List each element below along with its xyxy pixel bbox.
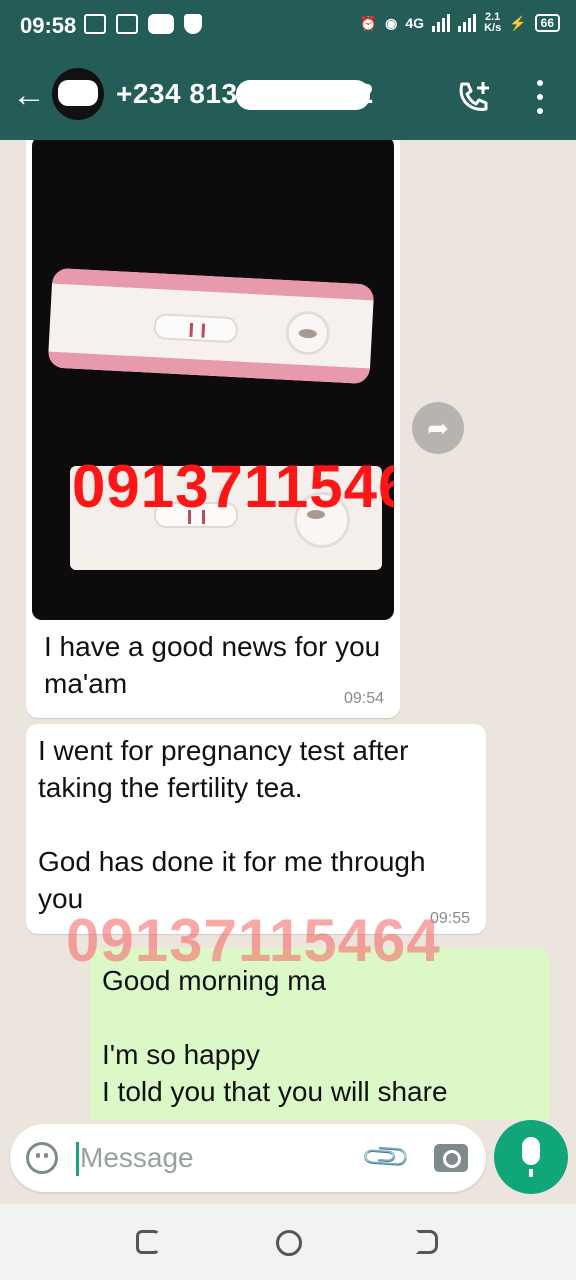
avatar[interactable] bbox=[52, 68, 104, 120]
add-call-icon[interactable] bbox=[456, 80, 492, 114]
watermark-phone-overlay: 09137115464 bbox=[66, 907, 441, 974]
redaction-mark bbox=[236, 80, 370, 110]
text-cursor bbox=[76, 1142, 79, 1176]
status-time: 09:58 bbox=[20, 13, 77, 38]
chat-header: ← +234 813912 bbox=[0, 52, 576, 140]
emoji-icon[interactable] bbox=[26, 1142, 58, 1174]
signal-icon bbox=[432, 14, 451, 32]
watermark-phone: 09137115464 bbox=[72, 453, 394, 520]
recents-icon[interactable] bbox=[136, 1230, 160, 1254]
more-vert-icon[interactable] bbox=[534, 80, 546, 114]
top-bar: 09:58 ⏰ ◉ 4G 2.1K/s ⚡ 66 ← +234 813912 bbox=[0, 0, 576, 140]
back-icon[interactable] bbox=[416, 1230, 438, 1254]
message-text: I have a good news for you ma'am bbox=[44, 631, 381, 699]
forward-icon[interactable]: ➦ bbox=[412, 402, 464, 454]
test-strip bbox=[47, 267, 375, 385]
notification-icons bbox=[84, 14, 202, 34]
status-bar: 09:58 ⏰ ◉ 4G 2.1 K/s ⚡ 66 bbox=[0, 0, 576, 52]
message-text: Good morning ma I'm so happy I told you … bbox=[102, 965, 448, 1107]
back-arrow-icon[interactable]: ← bbox=[12, 78, 46, 112]
battery-icon: 66 bbox=[534, 14, 560, 32]
camera-icon[interactable] bbox=[434, 1144, 468, 1172]
chat-area[interactable]: 09137115464 I have a good news for you m… bbox=[0, 140, 576, 1120]
hotspot-icon: ◉ bbox=[385, 14, 398, 31]
system-nav-bar bbox=[0, 1204, 576, 1280]
incoming-message[interactable]: I went for pregnancy test after taking t… bbox=[26, 724, 486, 934]
notification-icon bbox=[84, 14, 106, 34]
signal-icon-2 bbox=[458, 14, 477, 32]
pregnancy-test-photo[interactable]: 09137115464 bbox=[32, 140, 394, 620]
message-time: 09:54 bbox=[343, 690, 384, 707]
mic-button[interactable] bbox=[494, 1120, 568, 1194]
mic-icon bbox=[522, 1137, 540, 1177]
notification-icon bbox=[116, 14, 138, 34]
network-label: 4G bbox=[405, 15, 425, 31]
message-composer[interactable]: 📎 bbox=[10, 1124, 486, 1192]
image-message[interactable]: 09137115464 I have a good news for you m… bbox=[26, 140, 400, 718]
message-input[interactable] bbox=[80, 1136, 350, 1180]
shield-icon bbox=[184, 14, 202, 34]
status-right: ⏰ ◉ 4G 2.1 K/s ⚡ 66 bbox=[360, 12, 560, 34]
attach-icon[interactable]: 📎 bbox=[358, 1129, 413, 1184]
alarm-icon: ⏰ bbox=[359, 14, 378, 31]
youtube-icon bbox=[148, 14, 174, 34]
data-speed: 2.1 K/s bbox=[484, 11, 502, 34]
home-icon[interactable] bbox=[276, 1230, 302, 1256]
charging-icon: ⚡ bbox=[509, 14, 527, 31]
message-text: I went for pregnancy test after taking t… bbox=[38, 735, 426, 914]
